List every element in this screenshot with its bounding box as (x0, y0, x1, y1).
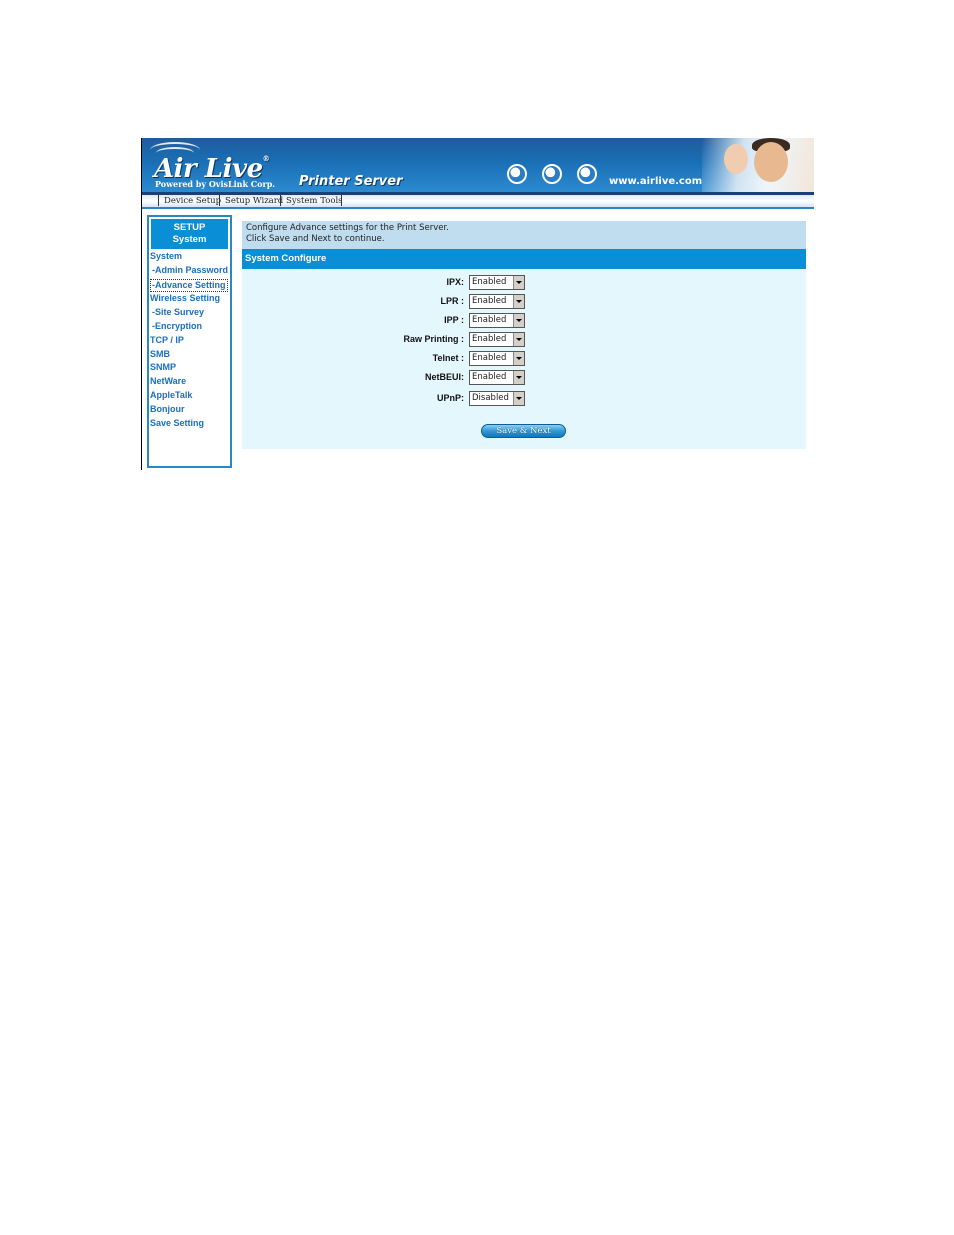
field-ipx: IPX: Enabled (242, 275, 806, 291)
dropdown-arrow-icon[interactable] (513, 371, 524, 384)
field-label: UPnP: (437, 393, 464, 403)
save-and-next-button[interactable]: Save & Next (481, 424, 566, 438)
nav-separator (158, 195, 159, 206)
field-netbeui: NetBEUI: Enabled (242, 370, 806, 386)
field-label: IPP : (444, 315, 464, 325)
globe-asia-icon (577, 164, 597, 184)
powered-by-text: Powered by OvisLink Corp. (155, 179, 276, 189)
website-url: www.airlive.com (609, 176, 703, 187)
field-label: LPR : (440, 296, 465, 306)
sidebar-item-smb[interactable]: SMB (150, 349, 170, 360)
sidebar-item-encryption[interactable]: -Encryption (152, 321, 202, 332)
registered-mark: ® (262, 154, 270, 163)
dropdown-arrow-icon[interactable] (513, 392, 524, 405)
select-value: Enabled (472, 372, 507, 382)
sidebar-item-snmp[interactable]: SNMP (150, 362, 176, 373)
dropdown-arrow-icon[interactable] (513, 333, 524, 346)
photo-person-man (754, 142, 788, 182)
sidebar-item-site-survey[interactable]: -Site Survey (152, 307, 204, 318)
ipp-select[interactable]: Enabled (469, 313, 525, 328)
netbeui-select[interactable]: Enabled (469, 370, 525, 385)
photo-person-girl (724, 144, 748, 174)
nav-separator (341, 195, 342, 206)
sidebar-item-tcp-ip[interactable]: TCP / IP (150, 335, 184, 346)
sidebar-item-netware[interactable]: NetWare (150, 376, 186, 387)
field-ipp: IPP : Enabled (242, 313, 806, 329)
field-label: IPX: (446, 277, 464, 287)
nav-device-setup[interactable]: Device Setup (164, 196, 221, 206)
sidebar-item-save-setting[interactable]: Save Setting (150, 418, 204, 429)
field-label: Raw Printing : (403, 334, 465, 344)
system-configure-form: IPX: Enabled LPR : Enabled IPP : Enabled… (242, 269, 806, 449)
header-photo (702, 138, 814, 192)
sidebar-item-wireless-setting[interactable]: Wireless Setting (150, 293, 220, 304)
nav-separator (219, 195, 220, 206)
section-title: System Configure (242, 249, 806, 269)
sidebar-item-appletalk[interactable]: AppleTalk (150, 390, 192, 401)
field-telnet: Telnet : Enabled (242, 351, 806, 367)
info-line-1: Configure Advance settings for the Print… (246, 223, 449, 233)
sidebar-heading-system: System (172, 234, 207, 245)
sidebar-item-bonjour[interactable]: Bonjour (150, 404, 185, 415)
sidebar-item-advance-setting[interactable]: -Advance Setting (150, 279, 228, 292)
select-value: Enabled (472, 315, 507, 325)
globe-africa-icon (507, 164, 527, 184)
lpr-select[interactable]: Enabled (469, 294, 525, 309)
product-title: Printer Server (299, 174, 403, 189)
sidebar-item-system[interactable]: System (150, 251, 182, 262)
select-value: Enabled (472, 353, 507, 363)
telnet-select[interactable]: Enabled (469, 351, 525, 366)
dropdown-arrow-icon[interactable] (513, 352, 524, 365)
info-line-2: Click Save and Next to continue. (246, 234, 385, 244)
info-box: Configure Advance settings for the Print… (242, 221, 806, 249)
select-value: Enabled (472, 277, 507, 287)
nav-setup-wizard[interactable]: Setup Wizard (225, 196, 283, 206)
field-label: Telnet : (432, 353, 464, 363)
select-value: Enabled (472, 296, 507, 306)
sidebar-item-admin-password[interactable]: -Admin Password (152, 265, 228, 276)
field-raw-printing: Raw Printing : Enabled (242, 332, 806, 348)
dropdown-arrow-icon[interactable] (513, 276, 524, 289)
select-value: Disabled (472, 393, 509, 403)
nav-system-tools[interactable]: System Tools (286, 196, 343, 206)
sidebar-heading: SETUP System (151, 219, 228, 249)
select-value: Enabled (472, 334, 507, 344)
dropdown-arrow-icon[interactable] (513, 314, 524, 327)
field-label: NetBEUI: (424, 372, 464, 382)
sidebar: SETUP System System -Admin Password -Adv… (147, 215, 232, 468)
top-nav: Device Setup Setup Wizard System Tools (142, 192, 814, 209)
nav-separator (280, 195, 281, 206)
upnp-select[interactable]: Disabled (469, 391, 525, 406)
sidebar-heading-setup: SETUP (173, 222, 206, 233)
header-banner: Air Live® Powered by OvisLink Corp. Prin… (142, 138, 814, 192)
ipx-select[interactable]: Enabled (469, 275, 525, 290)
browser-page: Air Live® Powered by OvisLink Corp. Prin… (141, 138, 814, 470)
field-upnp: UPnP: Disabled (242, 391, 806, 407)
raw-printing-select[interactable]: Enabled (469, 332, 525, 347)
field-lpr: LPR : Enabled (242, 294, 806, 310)
globe-americas-icon (542, 164, 562, 184)
dropdown-arrow-icon[interactable] (513, 295, 524, 308)
